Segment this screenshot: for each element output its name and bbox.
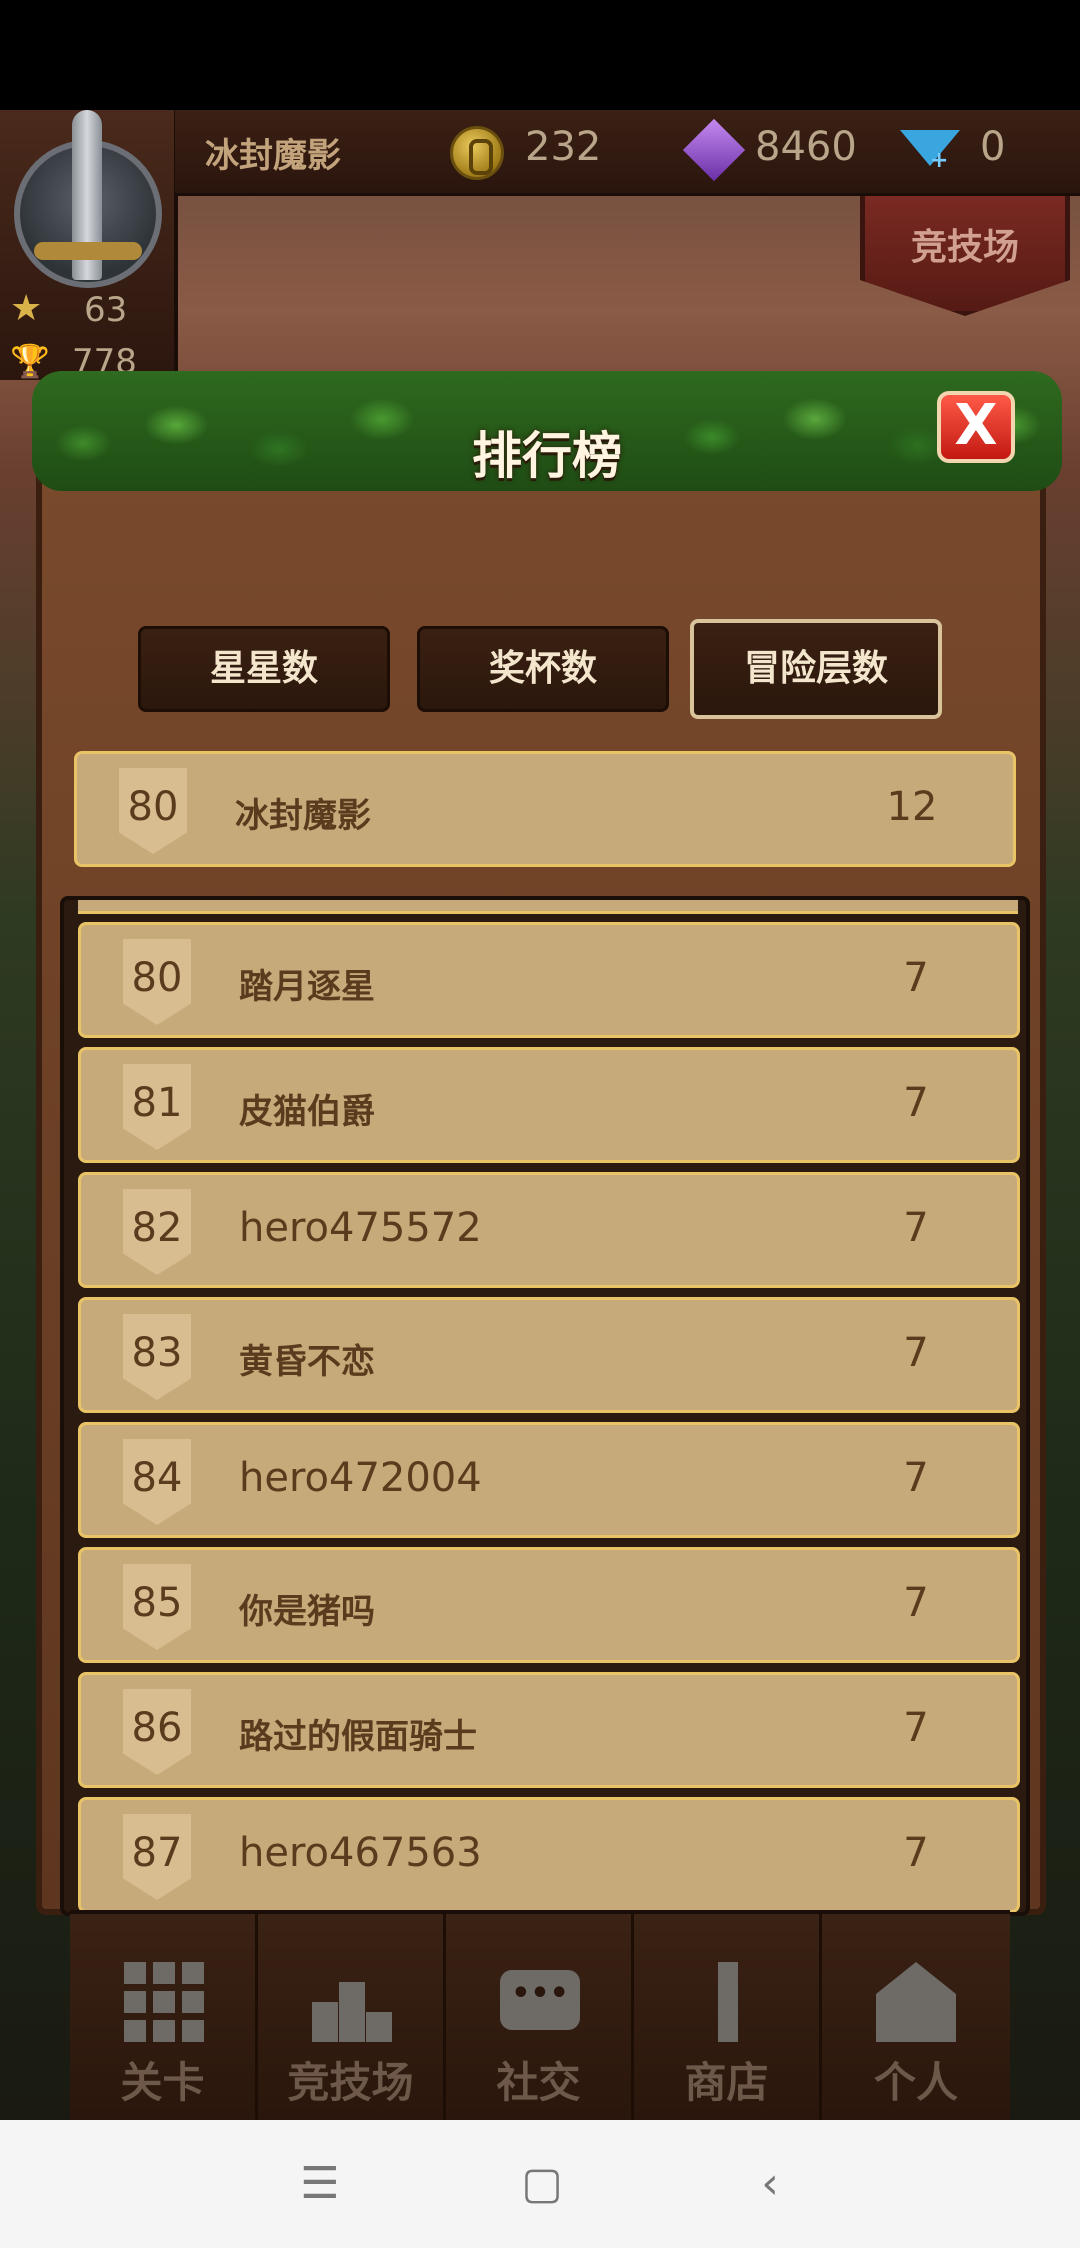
star-icon: ★ [10, 288, 43, 329]
player-name: 踏月逐星 [239, 967, 375, 1007]
nav-shop[interactable]: 商店 [634, 1914, 822, 2120]
diamond-amount: 0 [980, 124, 1006, 170]
player-name: 冰封魔影 [205, 136, 341, 176]
modal-title: 排行榜 [472, 427, 622, 485]
list-item[interactable]: 87 hero467563 7 [78, 1797, 1020, 1912]
rank-number: 80 [127, 784, 179, 830]
player-name: 你是猪吗 [239, 1592, 375, 1632]
rank-number: 87 [131, 1830, 183, 1876]
stars-count: 63 [84, 290, 128, 330]
add-diamond-icon[interactable]: + [930, 150, 952, 172]
sword-icon [688, 1962, 768, 2042]
sword-guard [34, 242, 142, 260]
rank-number: 85 [131, 1580, 183, 1626]
nav-label: 竞技场 [287, 2058, 414, 2107]
nav-social[interactable]: 社交 [446, 1914, 634, 2120]
score: 7 [903, 1330, 929, 1376]
nav-arena[interactable]: 竞技场 [258, 1914, 446, 2120]
player-name: 路过的假面骑士 [239, 1717, 477, 1757]
score: 7 [903, 1830, 929, 1876]
back-icon[interactable]: ‹ [740, 2158, 800, 2209]
list-item[interactable]: 81 皮猫伯爵 7 [78, 1047, 1020, 1163]
game-area: ★ 63 🏆 778 冰封魔影 232 8460 + 0 竞技场 排行榜 X 星… [0, 110, 1080, 2120]
score: 7 [903, 1455, 929, 1501]
nav-label: 个人 [873, 2058, 958, 2107]
nav-label: 社交 [496, 2058, 581, 2107]
arena-banner-label: 竞技场 [910, 227, 1019, 268]
home-icon [876, 1962, 956, 2042]
rank-number: 86 [131, 1705, 183, 1751]
close-button[interactable]: X [937, 391, 1015, 463]
grid-icon [124, 1962, 204, 2042]
top-hud: 冰封魔影 232 8460 + 0 [175, 110, 1080, 196]
list-item[interactable]: 86 路过的假面骑士 7 [78, 1672, 1020, 1788]
nav-label: 关卡 [120, 2058, 205, 2107]
podium-icon [312, 1962, 392, 2042]
list-item[interactable]: 85 你是猪吗 7 [78, 1547, 1020, 1663]
list-item[interactable]: 83 黄昏不恋 7 [78, 1297, 1020, 1413]
player-name: 皮猫伯爵 [239, 1092, 375, 1132]
leaderboard-modal: 排行榜 X 星星数 奖杯数 冒险层数 80 冰封魔影 12 80 踏月逐星 7 … [32, 371, 1062, 1916]
list-item[interactable]: 82 hero475572 7 [78, 1172, 1020, 1288]
player-avatar-panel[interactable]: ★ 63 🏆 778 [0, 110, 178, 382]
rank-number: 80 [131, 955, 183, 1001]
tab-stars[interactable]: 星星数 [138, 626, 390, 712]
nav-levels[interactable]: 关卡 [70, 1914, 258, 2120]
system-navigation-bar: ☰ ▢ ‹ [0, 2120, 1080, 2248]
leaf-header: 排行榜 [32, 371, 1062, 491]
rank-number: 81 [131, 1080, 183, 1126]
gold-coin-icon [450, 126, 504, 180]
player-name: hero467563 [239, 1830, 482, 1876]
score: 7 [903, 1205, 929, 1251]
nav-label: 商店 [684, 2058, 769, 2107]
list-item-partial [78, 900, 1018, 914]
tab-adventure-floors[interactable]: 冒险层数 [690, 619, 942, 719]
rank-number: 83 [131, 1330, 183, 1376]
trophy-icon: 🏆 [10, 342, 50, 380]
list-item[interactable]: 80 踏月逐星 7 [78, 922, 1020, 1038]
player-name: hero472004 [239, 1455, 482, 1501]
menu-icon[interactable]: ☰ [290, 2158, 350, 2209]
gem-amount: 8460 [755, 124, 857, 170]
nav-profile[interactable]: 个人 [822, 1914, 1010, 2120]
player-name: 冰封魔影 [235, 796, 371, 836]
bottom-nav: 关卡 竞技场 社交 商店 个人 [70, 1910, 1010, 2120]
rank-number: 82 [131, 1205, 183, 1251]
score: 12 [886, 784, 938, 830]
arena-banner[interactable]: 竞技场 [860, 196, 1070, 316]
status-bar [0, 0, 1080, 110]
score: 7 [903, 1080, 929, 1126]
chat-icon [500, 1970, 580, 2030]
rank-number: 84 [131, 1455, 183, 1501]
score: 7 [903, 1705, 929, 1751]
rank-list[interactable]: 80 踏月逐星 7 81 皮猫伯爵 7 82 hero475572 7 83 黄… [60, 896, 1030, 1916]
player-name: 黄昏不恋 [239, 1342, 375, 1382]
home-icon[interactable]: ▢ [512, 2158, 572, 2209]
my-rank-row: 80 冰封魔影 12 [74, 751, 1016, 867]
gold-amount: 232 [525, 124, 602, 170]
tab-trophies[interactable]: 奖杯数 [417, 626, 669, 712]
purple-gem-icon [682, 118, 746, 182]
score: 7 [903, 1580, 929, 1626]
list-item[interactable]: 84 hero472004 7 [78, 1422, 1020, 1538]
score: 7 [903, 955, 929, 1001]
player-name: hero475572 [239, 1205, 482, 1251]
